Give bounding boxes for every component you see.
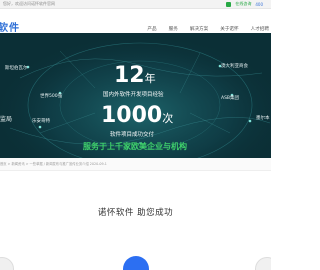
online-consult-link[interactable]: 在线咨询 (235, 1, 251, 7)
main-nav: 产品 服务 解决方案 关于诺怀 人才招聘 (147, 26, 269, 32)
header: 软件 Software 产品 服务 解决方案 关于诺怀 人才招聘 (0, 9, 271, 36)
feature-circle-right[interactable] (255, 257, 271, 270)
stat-projects-number: 1000 (101, 103, 163, 128)
city-label: ASB集团 (221, 96, 240, 101)
top-bar: 您好，欢迎访问诺怀软件官网 在线咨询 400 (0, 0, 271, 9)
feature-circle-left[interactable] (0, 257, 14, 270)
feature-circle-center[interactable] (123, 256, 149, 270)
welcome-text: 您好，欢迎访问诺怀软件官网 (3, 1, 55, 6)
stat-years-unit: 年 (144, 72, 156, 85)
nav-item-services[interactable]: 服务 (169, 26, 178, 32)
hero-slogan: 服务于上千家欧美企业与机构 (83, 142, 187, 151)
nav-item-about[interactable]: 关于诺怀 (220, 26, 238, 32)
chat-icon (226, 1, 232, 7)
section-title: 诺怀软件 助您成功 (97, 208, 174, 218)
topbar-actions: 在线咨询 400 (226, 1, 263, 7)
city-label: 世界500强 (40, 94, 63, 99)
nav-item-solutions[interactable]: 解决方案 (190, 26, 208, 32)
stat-years-number: 12 (114, 63, 145, 88)
stat-years: 12年 (114, 63, 156, 88)
city-label: 斯坦伯瓦尔 (5, 66, 28, 71)
stat-projects-unit: 次 (162, 112, 174, 125)
stat-years-label: 国内外软件开发项目经验 (103, 92, 164, 98)
breadcrumb-text[interactable]: 首页 > 新闻资讯 > 一些单据 / 新闻发布与推广宣传业务介绍 2020-09… (0, 161, 107, 166)
nav-item-products[interactable]: 产品 (147, 26, 156, 32)
city-label: 监局 (0, 116, 13, 123)
city-label: 墨尔本 (256, 116, 270, 121)
city-label: 澳大利亚商会 (221, 64, 248, 69)
breadcrumb: 首页 > 新闻资讯 > 一些单据 / 新闻发布与推广宣传业务介绍 2020-09… (0, 158, 271, 171)
stat-projects: 1000次 (101, 103, 173, 128)
city-label: 乐安哥特 (32, 119, 50, 124)
page: 您好，欢迎访问诺怀软件官网 在线咨询 400 软件 Software 产品 服务… (0, 0, 271, 270)
hero-banner: 斯坦伯瓦尔 世界500强 监局 乐安哥特 澳大利亚商会 ASB集团 墨尔本 12… (0, 33, 271, 158)
phone-link[interactable]: 400 (255, 2, 263, 7)
stat-projects-label: 软件项目成功交付 (110, 132, 155, 138)
nav-item-careers[interactable]: 人才招聘 (251, 26, 269, 32)
